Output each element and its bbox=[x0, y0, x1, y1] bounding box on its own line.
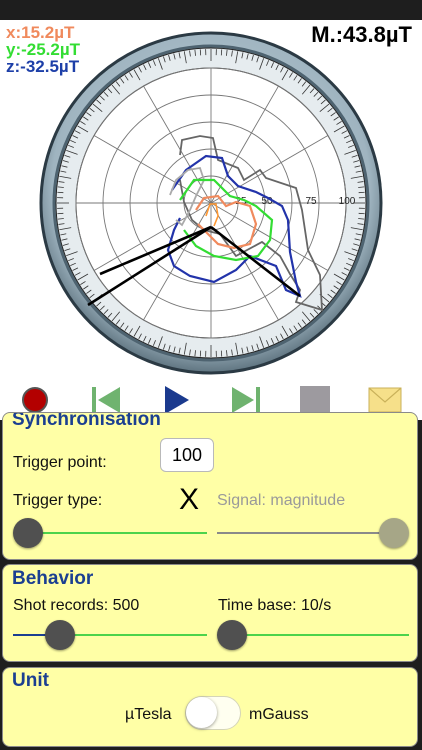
signal-slider-thumb bbox=[379, 518, 409, 548]
time-base-track[interactable] bbox=[219, 634, 409, 636]
trigger-slider-thumb[interactable] bbox=[13, 518, 43, 548]
ring-label: 75 bbox=[305, 196, 317, 207]
time-base-slider-thumb[interactable] bbox=[217, 620, 247, 650]
shot-records-slider-thumb[interactable] bbox=[45, 620, 75, 650]
record-icon bbox=[22, 387, 48, 413]
unit-toggle-knob[interactable] bbox=[186, 697, 217, 728]
skip-back-icon bbox=[92, 387, 120, 413]
trigger-slider-track[interactable] bbox=[17, 532, 207, 534]
shot-records-track[interactable] bbox=[59, 634, 207, 636]
synchronisation-title: Synchronisation bbox=[12, 412, 161, 430]
trigger-point-input[interactable] bbox=[160, 438, 214, 472]
signal-slider-track bbox=[217, 532, 395, 534]
stop-icon bbox=[300, 386, 330, 414]
z-readout: z:-32.5µT bbox=[6, 57, 80, 76]
magnitude-readout: M.:43.8µT bbox=[311, 22, 412, 47]
unit-right-label: mGauss bbox=[249, 706, 309, 723]
behavior-panel: Behavior Shot records: 500 Time base: 10… bbox=[2, 564, 418, 662]
trigger-point-label: Trigger point: bbox=[13, 454, 107, 471]
skip-forward-icon bbox=[232, 387, 260, 413]
shot-records-label: Shot records: 500 bbox=[13, 597, 140, 614]
app-root: 25 50 75 100 x:15.2µT y:-25.2µT z:-32.5µT M… bbox=[0, 0, 422, 750]
trigger-type-selector[interactable]: X bbox=[179, 483, 199, 517]
trigger-type-label: Trigger type: bbox=[13, 492, 103, 509]
signal-label: Signal: magnitude bbox=[217, 492, 346, 509]
unit-panel: Unit µTesla mGauss bbox=[2, 667, 418, 747]
unit-toggle[interactable] bbox=[185, 696, 241, 730]
mail-icon bbox=[368, 387, 402, 413]
play-icon bbox=[165, 386, 189, 414]
synchronisation-panel: Synchronisation Trigger point: Trigger t… bbox=[2, 412, 418, 560]
unit-title: Unit bbox=[12, 670, 49, 691]
unit-left-label: µTesla bbox=[125, 706, 172, 723]
ring-label: 100 bbox=[339, 196, 356, 207]
display-area: 25 50 75 100 x:15.2µT y:-25.2µT z:-32.5µT M… bbox=[0, 20, 422, 420]
time-base-label: Time base: 10/s bbox=[218, 597, 332, 614]
behavior-title: Behavior bbox=[12, 568, 94, 589]
